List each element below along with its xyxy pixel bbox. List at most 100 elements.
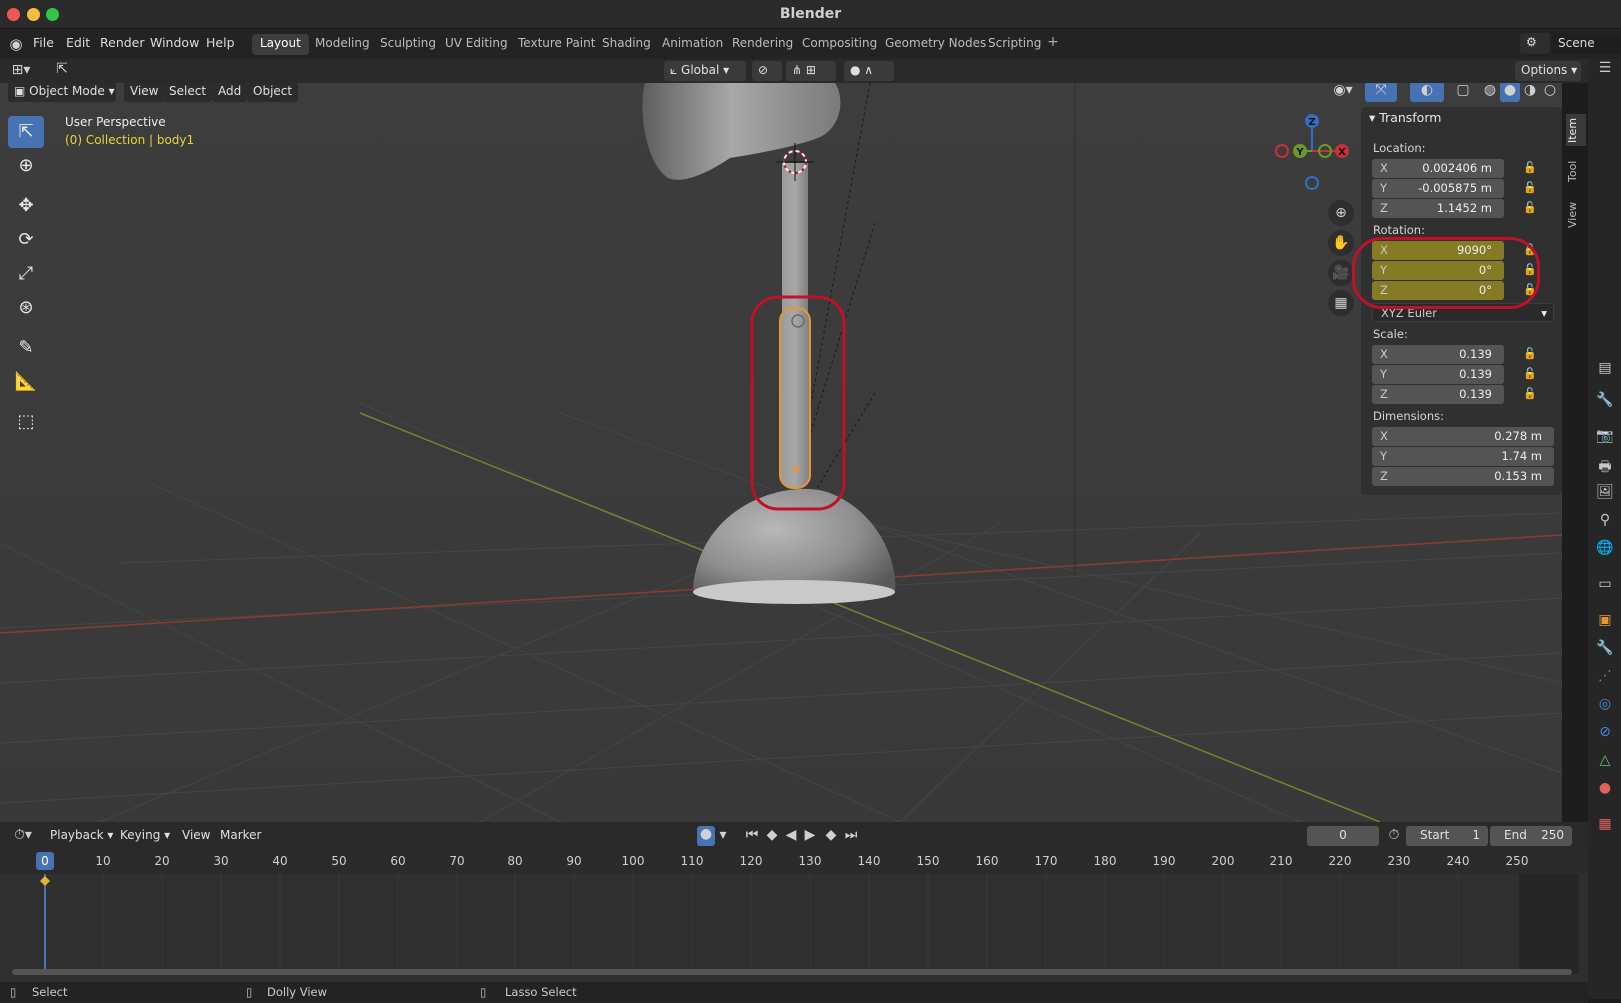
selected-body1-mesh[interactable]	[779, 307, 811, 489]
blender-logo-icon[interactable]: ◉	[7, 35, 25, 53]
proportional-editing-dropdown[interactable]: ● ∧	[844, 61, 894, 81]
3d-viewport[interactable]: ▣ Object Mode ▾ View Select Add Object U…	[0, 83, 1562, 822]
location-x-field[interactable]: X 0.002406 m	[1372, 159, 1504, 178]
world-properties-icon[interactable]: 🌐	[1596, 540, 1614, 558]
physics-properties-icon[interactable]: ◎	[1596, 696, 1614, 714]
menu-edit[interactable]: Edit	[66, 35, 90, 50]
location-z-field[interactable]: Z 1.1452 m	[1372, 199, 1504, 218]
sidebar-tab-item[interactable]: Item	[1566, 114, 1586, 146]
particles-properties-icon[interactable]: ⋰	[1596, 668, 1614, 686]
tool-properties-icon[interactable]: 🔧	[1596, 392, 1614, 410]
prev-keyframe-icon[interactable]: ◆	[763, 827, 781, 843]
transform-header[interactable]: ▾ Transform	[1369, 110, 1441, 125]
sidebar-tab-view[interactable]: View	[1566, 198, 1586, 232]
transform-cursor-icon[interactable]: ⇱	[52, 61, 72, 77]
dimensions-z-field[interactable]: Z 0.153 m	[1372, 467, 1554, 486]
pivot-dropdown[interactable]: ⊘	[752, 61, 782, 81]
timeline-ruler[interactable]: 0 10 20 30 40 50 60 70 80 90 100 110 120…	[0, 850, 1588, 874]
output-properties-icon[interactable]: 🖶	[1596, 456, 1614, 475]
lock-icon[interactable]: 🔓	[1523, 347, 1537, 361]
timeline-menu-keying[interactable]: Keying ▾	[114, 826, 177, 846]
gizmo-neg-x[interactable]	[1275, 144, 1289, 158]
add-cube-tool-icon[interactable]: ⬚	[8, 406, 44, 438]
orientation-dropdown[interactable]: ⟀ Global ▾	[664, 61, 746, 81]
move-tool-icon[interactable]: ✥	[8, 190, 44, 222]
data-properties-icon[interactable]: △	[1596, 752, 1614, 770]
mode-dropdown[interactable]: ▣ Object Mode ▾	[8, 83, 116, 102]
editor-type-icon[interactable]: ⊞▾	[8, 62, 34, 78]
scale-z-field[interactable]: Z 0.139	[1372, 385, 1504, 404]
object-properties-icon[interactable]: ▣	[1596, 612, 1614, 630]
gizmo-toggle-icon[interactable]: ⤧	[1365, 83, 1397, 102]
menu-render[interactable]: Render	[100, 35, 145, 50]
preview-range-icon[interactable]: ⏱	[1386, 827, 1402, 843]
tab-modeling[interactable]: Modeling	[307, 34, 378, 55]
tab-rendering[interactable]: Rendering	[724, 34, 801, 55]
cursor-tool-icon[interactable]: ⊕	[8, 150, 44, 182]
tab-texture-paint[interactable]: Texture Paint	[510, 34, 603, 55]
transform-tool-icon[interactable]: ⊛	[8, 292, 44, 324]
menu-file[interactable]: File	[33, 35, 54, 50]
gizmo-neg-z[interactable]	[1305, 176, 1319, 190]
dimensions-x-field[interactable]: X 0.278 m	[1372, 427, 1554, 446]
lock-icon[interactable]: 🔓	[1523, 161, 1537, 175]
scale-x-field[interactable]: X 0.139	[1372, 345, 1504, 364]
location-y-field[interactable]: Y -0.005875 m	[1372, 179, 1504, 198]
tab-layout[interactable]: Layout	[252, 34, 309, 55]
xray-icon[interactable]: ▢	[1454, 83, 1472, 102]
chevron-down-icon[interactable]: ▾	[716, 827, 730, 843]
menu-help[interactable]: Help	[206, 35, 235, 50]
tab-compositing[interactable]: Compositing	[794, 34, 885, 55]
tab-uv-editing[interactable]: UV Editing	[437, 34, 516, 55]
tab-geometry-nodes[interactable]: Geometry Nodes	[877, 34, 994, 55]
timeline-menu-marker[interactable]: Marker	[214, 826, 268, 846]
texture-properties-icon[interactable]: ▦	[1596, 816, 1614, 834]
rendered-shading-icon[interactable]: ○	[1540, 83, 1560, 102]
jump-end-icon[interactable]: ⏭	[844, 827, 858, 843]
play-icon[interactable]: ▶	[803, 827, 817, 843]
scene-selector-button[interactable]: ⚙	[1520, 33, 1550, 54]
measure-tool-icon[interactable]: 📐	[8, 366, 44, 398]
overlay-toggle-icon[interactable]: ◐	[1410, 83, 1444, 102]
timeline-menu-view[interactable]: View	[176, 826, 217, 846]
camera-view-icon[interactable]: 🎥	[1328, 260, 1354, 286]
lock-icon[interactable]: 🔓	[1523, 387, 1537, 401]
collection-properties-icon[interactable]: ▭	[1596, 576, 1614, 594]
menu-window[interactable]: Window	[150, 35, 199, 50]
tab-shading[interactable]: Shading	[594, 34, 659, 55]
annotate-tool-icon[interactable]: ✎	[8, 332, 44, 364]
properties-editor-icon[interactable]: ▤	[1596, 360, 1614, 378]
scale-y-field[interactable]: Y 0.139	[1372, 365, 1504, 384]
wireframe-shading-icon[interactable]: ◍	[1480, 83, 1500, 102]
jump-start-icon[interactable]: ⏮	[745, 827, 759, 843]
viewport-menu-select[interactable]: Select	[163, 83, 213, 102]
lock-icon[interactable]: 🔓	[1523, 367, 1537, 381]
start-frame-field[interactable]: Start 1	[1406, 826, 1488, 846]
keyframe-marker[interactable]	[40, 876, 50, 886]
ortho-toggle-icon[interactable]: ▦	[1328, 290, 1354, 316]
options-dropdown[interactable]: Options ▾	[1515, 61, 1581, 81]
viewport-menu-object[interactable]: Object	[247, 83, 299, 102]
view-layer-icon[interactable]: 🖼	[1596, 484, 1614, 502]
pan-hand-icon[interactable]: ✋	[1328, 230, 1354, 256]
rotate-tool-icon[interactable]: ⟳	[8, 224, 44, 256]
material-shading-icon[interactable]: ◑	[1520, 83, 1540, 102]
select-box-tool-icon[interactable]: ⇱	[8, 116, 44, 148]
navigation-gizmo[interactable]: Z X Y	[1270, 113, 1350, 203]
visibility-icon[interactable]: ◉▾	[1328, 83, 1358, 102]
lock-icon[interactable]: 🔓	[1523, 201, 1537, 215]
snap-dropdown[interactable]: ⋔ ⊞	[786, 61, 836, 81]
timeline-menu-playback[interactable]: Playback ▾	[44, 826, 120, 846]
outliner-editor-icon[interactable]: ☰	[1596, 60, 1614, 78]
render-properties-icon[interactable]: 📷	[1596, 428, 1614, 446]
next-keyframe-icon[interactable]: ◆	[822, 827, 840, 843]
tab-scripting[interactable]: Scripting	[980, 34, 1049, 55]
constraints-properties-icon[interactable]: ⊘	[1596, 724, 1614, 742]
lock-icon[interactable]: 🔓	[1523, 181, 1537, 195]
timeline-track-area[interactable]	[0, 874, 1588, 982]
tab-animation[interactable]: Animation	[654, 34, 731, 55]
viewport-menu-view[interactable]: View	[124, 83, 165, 102]
sidebar-tab-tool[interactable]: Tool	[1566, 156, 1586, 186]
scale-tool-icon[interactable]: ⤢	[8, 258, 44, 290]
timeline-scrollbar[interactable]	[12, 969, 1572, 975]
